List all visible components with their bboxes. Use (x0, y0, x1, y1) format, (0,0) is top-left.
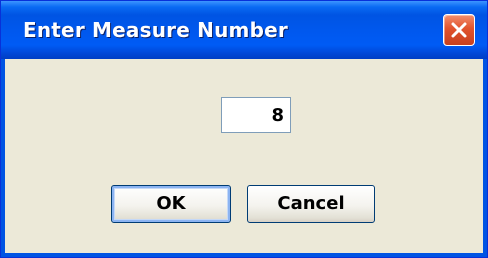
ok-button[interactable]: OK (111, 185, 231, 223)
window-frame-right (483, 59, 487, 257)
close-icon (451, 22, 467, 38)
cancel-button[interactable]: Cancel (247, 185, 375, 223)
dialog-body: OK Cancel (5, 59, 483, 253)
measure-number-input[interactable] (221, 97, 291, 133)
window-frame-bottom (1, 253, 487, 257)
window-title: Enter Measure Number (23, 18, 288, 42)
dialog-window: Enter Measure Number OK Cancel (0, 0, 488, 258)
title-bar[interactable]: Enter Measure Number (1, 1, 487, 59)
close-button[interactable] (443, 14, 475, 46)
